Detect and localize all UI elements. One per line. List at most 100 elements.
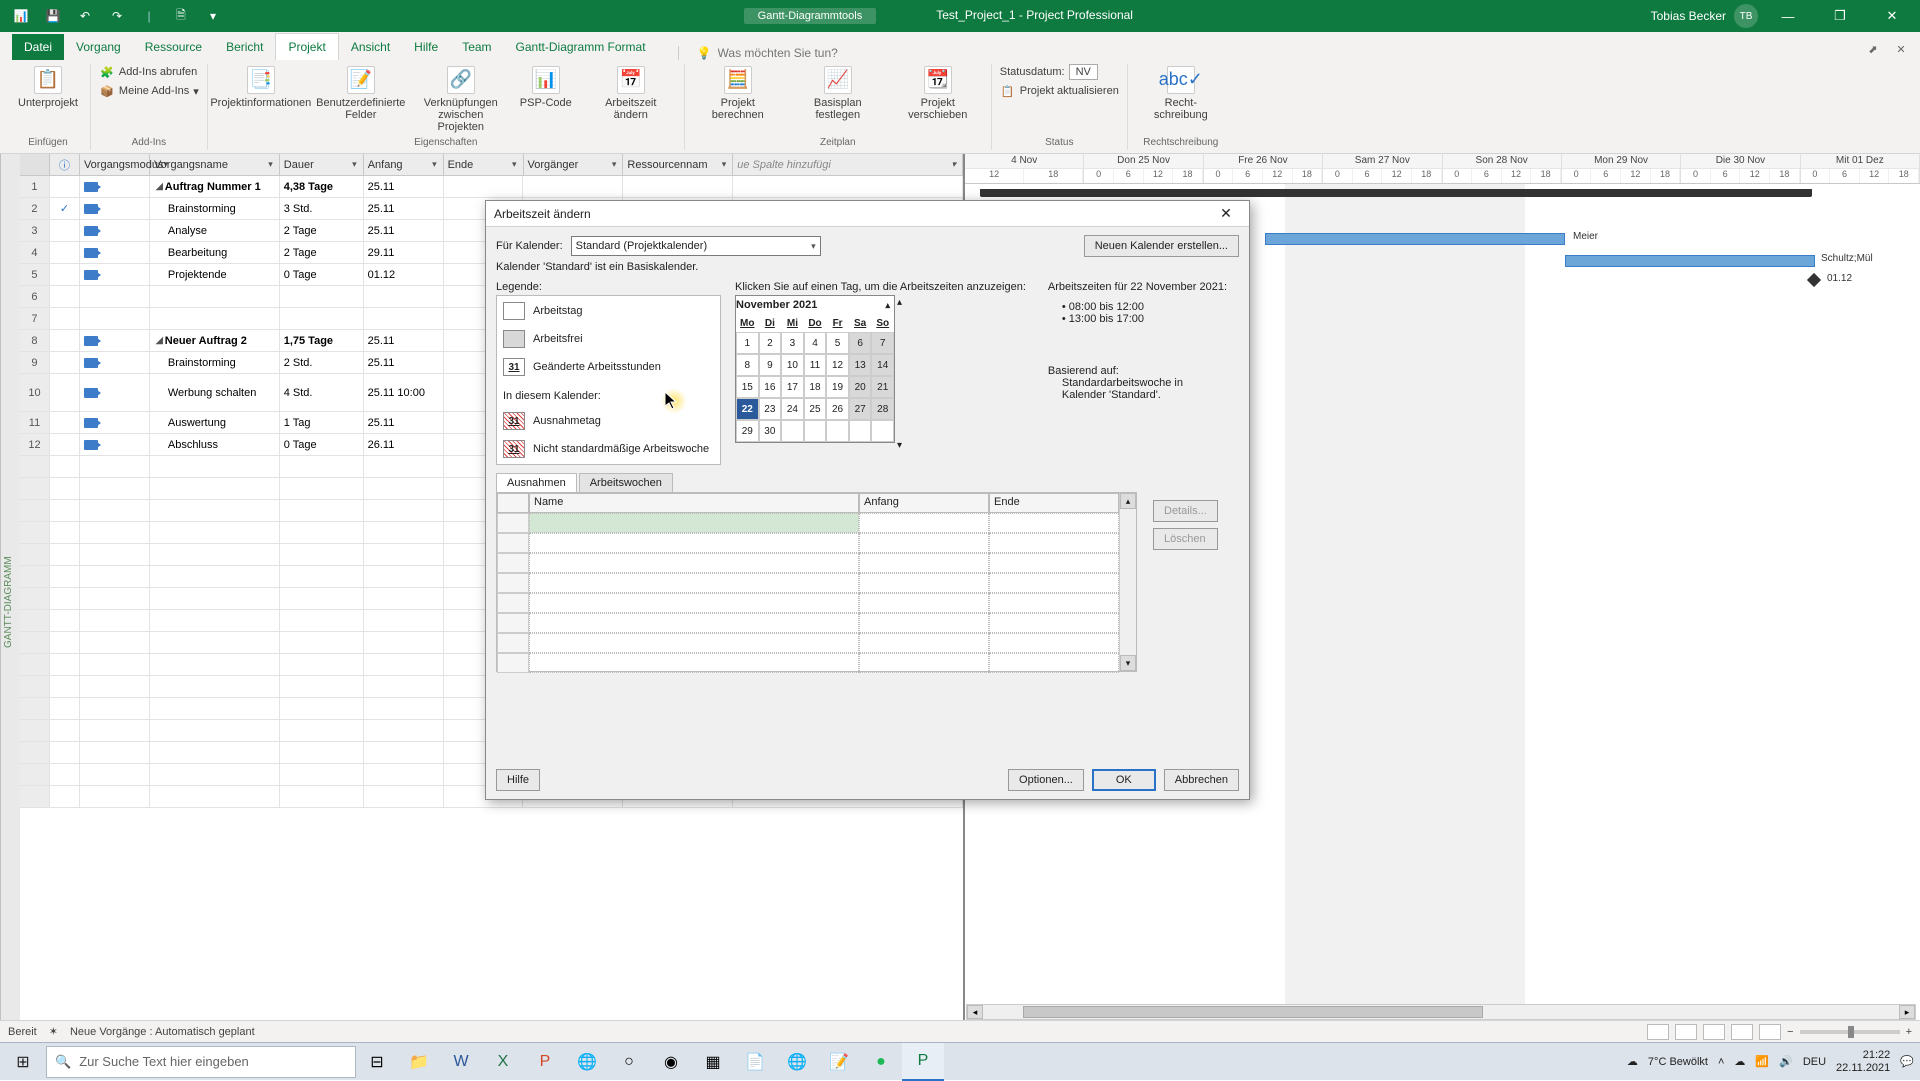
cal-next-icon[interactable]: ▾ bbox=[897, 440, 902, 451]
table-row[interactable]: 1 ◢Auftrag Nummer 1 4,38 Tage 25.11 bbox=[20, 176, 963, 198]
scroll-thumb[interactable] bbox=[1023, 1006, 1483, 1018]
unterprojekt-button[interactable]: 📋 Unterprojekt bbox=[14, 64, 82, 111]
edge2-icon[interactable]: 🌐 bbox=[776, 1043, 818, 1081]
col-end[interactable]: Ende▾ bbox=[444, 154, 524, 175]
statusdatum-field[interactable]: Statusdatum: NV bbox=[1000, 64, 1098, 80]
cal-day[interactable]: 6 bbox=[849, 332, 872, 354]
cal-day[interactable]: 30 bbox=[759, 420, 782, 442]
rechtschreibung-button[interactable]: abc✓Recht-schreibung bbox=[1136, 64, 1226, 123]
verschieben-button[interactable]: 📆Projekt verschieben bbox=[893, 64, 983, 123]
tab-format[interactable]: Gantt-Diagramm Format bbox=[504, 34, 658, 60]
start-button[interactable]: ⊞ bbox=[0, 1043, 46, 1081]
dialog-close-button[interactable]: ✕ bbox=[1211, 202, 1241, 226]
col-dur[interactable]: Dauer▾ bbox=[280, 154, 364, 175]
tab-arbeitswochen[interactable]: Arbeitswochen bbox=[579, 473, 673, 492]
col-indicator[interactable]: ⓘ bbox=[50, 154, 80, 175]
month-up-icon[interactable]: ▴ bbox=[885, 300, 894, 311]
cal-day[interactable]: 3 bbox=[781, 332, 804, 354]
col-mode[interactable]: Vorgangsmodus▾ bbox=[80, 154, 150, 175]
tab-ansicht[interactable]: Ansicht bbox=[339, 34, 402, 60]
tab-datei[interactable]: Datei bbox=[12, 34, 64, 60]
milestone[interactable] bbox=[1807, 273, 1821, 287]
tell-me-input[interactable] bbox=[718, 46, 898, 60]
cal-day[interactable]: 18 bbox=[804, 376, 827, 398]
scroll-right-icon[interactable]: ▸ bbox=[1899, 1005, 1915, 1019]
restore-button[interactable]: ❐ bbox=[1818, 0, 1862, 32]
cal-day[interactable]: 7 bbox=[871, 332, 894, 354]
tab-ressource[interactable]: Ressource bbox=[133, 34, 214, 60]
clock[interactable]: 21:22 22.11.2021 bbox=[1836, 1049, 1890, 1074]
cal-day[interactable]: 22 bbox=[736, 398, 759, 420]
cal-day[interactable]: 25 bbox=[804, 398, 827, 420]
ribbon-collapse-icon[interactable]: ⬈ bbox=[1860, 38, 1886, 60]
minimize-button[interactable]: — bbox=[1766, 0, 1810, 32]
explorer-icon[interactable]: 📁 bbox=[398, 1043, 440, 1081]
cal-day[interactable]: 15 bbox=[736, 376, 759, 398]
excel-icon[interactable]: X bbox=[482, 1043, 524, 1081]
cal-day[interactable]: 12 bbox=[826, 354, 849, 376]
cal-day[interactable]: 2 bbox=[759, 332, 782, 354]
tray-chevron-icon[interactable]: ˄ bbox=[1718, 1056, 1724, 1068]
tab-hilfe[interactable]: Hilfe bbox=[402, 34, 450, 60]
task-bar[interactable] bbox=[1565, 255, 1815, 267]
qat-more-icon[interactable]: ▾ bbox=[200, 3, 226, 29]
weather-text[interactable]: 7°C Bewölkt bbox=[1648, 1056, 1708, 1068]
ex-vscroll[interactable]: ▴▾ bbox=[1119, 493, 1136, 671]
scroll-up-icon[interactable]: ▴ bbox=[1120, 493, 1136, 509]
zoom-in-icon[interactable]: + bbox=[1906, 1026, 1912, 1038]
optionen-button[interactable]: Optionen... bbox=[1008, 769, 1084, 791]
cal-day[interactable]: 11 bbox=[804, 354, 827, 376]
view-gantt-icon[interactable] bbox=[1647, 1024, 1669, 1040]
word-icon[interactable]: W bbox=[440, 1043, 482, 1081]
benutzerfelder-button[interactable]: 📝Benutzerdefinierte Felder bbox=[316, 64, 406, 123]
tab-vorgang[interactable]: Vorgang bbox=[64, 34, 133, 60]
cal-day[interactable]: 21 bbox=[871, 376, 894, 398]
edge-icon[interactable]: 🌐 bbox=[566, 1043, 608, 1081]
cal-day[interactable]: 1 bbox=[736, 332, 759, 354]
spotify-icon[interactable]: ● bbox=[860, 1043, 902, 1081]
undo-icon[interactable]: ↶ bbox=[72, 3, 98, 29]
cal-day[interactable]: 10 bbox=[781, 354, 804, 376]
cal-day[interactable]: 13 bbox=[849, 354, 872, 376]
cal-day[interactable]: 17 bbox=[781, 376, 804, 398]
berechnen-button[interactable]: 🧮Projekt berechnen bbox=[693, 64, 783, 123]
project-taskbar-icon[interactable]: P bbox=[902, 1043, 944, 1081]
addins-abrufen-button[interactable]: 🧩Add-Ins abrufen bbox=[99, 64, 197, 80]
cal-day[interactable]: 16 bbox=[759, 376, 782, 398]
new-calendar-button[interactable]: Neuen Kalender erstellen... bbox=[1084, 235, 1239, 257]
psp-button[interactable]: 📊PSP-Code bbox=[516, 64, 576, 111]
app-icon[interactable]: ▦ bbox=[692, 1043, 734, 1081]
tab-ausnahmen[interactable]: Ausnahmen bbox=[496, 473, 577, 492]
ex-col-anfang[interactable]: Anfang bbox=[859, 493, 989, 513]
projekt-aktualisieren-button[interactable]: 📋Projekt aktualisieren bbox=[1000, 83, 1119, 99]
file-icon[interactable]: 🗎 bbox=[168, 3, 194, 29]
view-resource-icon[interactable] bbox=[1731, 1024, 1753, 1040]
ex-col-ende[interactable]: Ende bbox=[989, 493, 1119, 513]
close-window-button[interactable]: ✕ bbox=[1870, 0, 1914, 32]
view-report-icon[interactable] bbox=[1759, 1024, 1781, 1040]
ribbon-close-icon[interactable]: ✕ bbox=[1888, 38, 1914, 60]
hilfe-button[interactable]: Hilfe bbox=[496, 769, 540, 791]
view-label[interactable]: GANTT-DIAGRAMM bbox=[0, 154, 20, 1050]
onedrive-icon[interactable]: ☁ bbox=[1734, 1055, 1745, 1068]
ex-col-name[interactable]: Name bbox=[529, 493, 859, 513]
tab-team[interactable]: Team bbox=[450, 34, 503, 60]
cal-prev-icon[interactable]: ▴ bbox=[897, 297, 902, 308]
cal-day[interactable]: 20 bbox=[849, 376, 872, 398]
cal-day[interactable]: 9 bbox=[759, 354, 782, 376]
weather-icon[interactable]: ☁ bbox=[1627, 1055, 1638, 1068]
tab-bericht[interactable]: Bericht bbox=[214, 34, 275, 60]
task-bar[interactable] bbox=[1265, 233, 1565, 245]
cal-day[interactable]: 28 bbox=[871, 398, 894, 420]
notifications-icon[interactable]: 💬 bbox=[1900, 1055, 1914, 1068]
cal-day[interactable]: 19 bbox=[826, 376, 849, 398]
basisplan-button[interactable]: 📈Basisplan festlegen bbox=[793, 64, 883, 123]
tab-projekt[interactable]: Projekt bbox=[275, 33, 338, 60]
scroll-left-icon[interactable]: ◂ bbox=[967, 1005, 983, 1019]
new-task-mode-icon[interactable]: ✶ bbox=[49, 1025, 58, 1038]
user-avatar[interactable]: TB bbox=[1734, 4, 1758, 28]
wifi-icon[interactable]: 📶 bbox=[1755, 1055, 1769, 1068]
chrome-icon[interactable]: ○ bbox=[608, 1043, 650, 1081]
obs-icon[interactable]: ◉ bbox=[650, 1043, 692, 1081]
zoom-slider[interactable] bbox=[1800, 1030, 1900, 1034]
